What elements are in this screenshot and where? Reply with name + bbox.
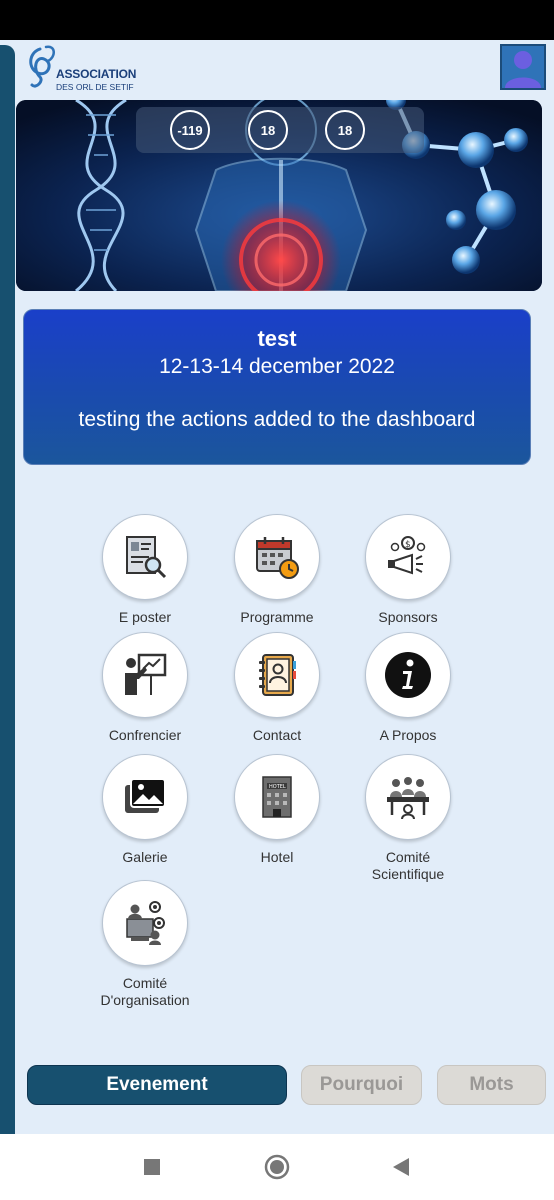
- menu-item-label: Galerie: [122, 849, 168, 865]
- tab-mots[interactable]: Mots: [437, 1065, 546, 1105]
- tab-evenement[interactable]: Evenement: [27, 1065, 287, 1105]
- side-drawer-handle[interactable]: [0, 45, 15, 1134]
- tab-pourquoi[interactable]: Pourquoi: [301, 1065, 422, 1105]
- menu-item-programme[interactable]: Programme: [222, 514, 332, 626]
- menu-item-label: Comité D'organisation: [100, 975, 190, 1008]
- resume-search-icon: [102, 514, 188, 600]
- menu-item-label: Sponsors: [378, 609, 438, 625]
- menu-item-label: Hotel: [260, 849, 294, 865]
- committee-table-icon: [365, 754, 451, 840]
- calendar-clock-icon: [234, 514, 320, 600]
- countdown-minutes: 18: [325, 110, 365, 150]
- hotel-building-icon: HOTEL: [234, 754, 320, 840]
- presenter-board-icon: [102, 632, 188, 718]
- status-bar: [0, 0, 554, 40]
- menu-item-sponsors[interactable]: $ Sponsors: [353, 514, 463, 626]
- menu-item-label: Programme: [240, 609, 314, 625]
- system-navigation-bar: [0, 1134, 554, 1200]
- menu-item-comite-scientifique[interactable]: Comité Scientifique: [353, 754, 463, 883]
- menu-item-label: Confrencier: [108, 727, 182, 743]
- event-info-card[interactable]: test 12-13-14 december 2022 testing the …: [23, 309, 531, 465]
- logo-title: ASSOCIATION: [56, 67, 137, 81]
- event-description: testing the actions added to the dashboa…: [78, 408, 476, 431]
- event-date: 12-13-14 december 2022: [159, 355, 395, 378]
- home-icon[interactable]: [264, 1154, 290, 1180]
- back-icon[interactable]: [391, 1157, 411, 1177]
- svg-text:HOTEL: HOTEL: [269, 784, 286, 790]
- address-book-icon: [234, 632, 320, 718]
- organization-team-icon: [102, 880, 188, 966]
- countdown-hours: 18: [248, 110, 288, 150]
- menu-item-label: Comité Scientifique: [371, 849, 445, 882]
- menu-item-a-propos[interactable]: A Propos: [353, 632, 463, 744]
- menu-item-contact[interactable]: Contact: [222, 632, 332, 744]
- menu-item-label: A Propos: [379, 727, 437, 743]
- menu-item-confrencier[interactable]: Confrencier: [90, 632, 200, 744]
- image-gallery-icon: [102, 754, 188, 840]
- countdown-days: -119: [170, 110, 210, 150]
- menu-item-comite-organisation[interactable]: Comité D'organisation: [90, 880, 200, 1009]
- logo-subtitle: DES ORL DE SETIF: [56, 82, 134, 92]
- info-icon: [365, 632, 451, 718]
- svg-text:$: $: [405, 540, 411, 550]
- recent-apps-icon[interactable]: [143, 1158, 161, 1176]
- menu-item-label: E poster: [118, 609, 172, 625]
- menu-item-e-poster[interactable]: E poster: [90, 514, 200, 626]
- countdown-panel: -119 18 18: [136, 107, 424, 153]
- user-avatar-icon[interactable]: [500, 44, 546, 90]
- megaphone-money-icon: $: [365, 514, 451, 600]
- menu-item-hotel[interactable]: HOTEL Hotel: [222, 754, 332, 866]
- menu-item-label: Contact: [252, 727, 302, 743]
- event-title: test: [257, 326, 297, 351]
- menu-item-galerie[interactable]: Galerie: [90, 754, 200, 866]
